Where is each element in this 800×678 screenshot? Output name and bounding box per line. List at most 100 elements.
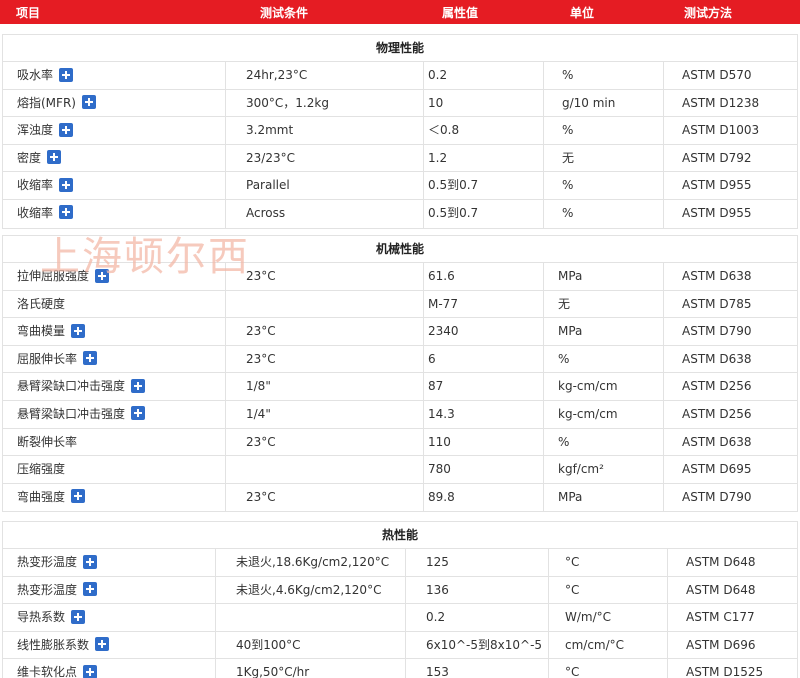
property-unit: kg-cm/cm: [558, 379, 618, 394]
test-condition: 1/4": [246, 406, 271, 421]
property-name-cell: 维卡软化点: [3, 659, 215, 678]
table-row: 收缩率 Parallel 0.5到0.7% ASTM D955: [3, 172, 797, 200]
property-unit: MPa: [558, 324, 583, 339]
property-unit: %: [562, 68, 574, 82]
property-value-cell: 87: [423, 373, 543, 400]
property-unit: MPa: [558, 489, 583, 504]
table-row: 维卡软化点 1Kg,50°C/hr 153 °C ASTM D1525: [3, 659, 797, 678]
property-value: ＜0.8: [428, 123, 460, 138]
header-item: 项目: [16, 6, 41, 20]
property-value-cell: M-77: [423, 290, 543, 318]
table-row: 屈服伸长率 23°C 6% ASTM D638: [3, 345, 799, 374]
test-condition-cell: 23/23°C: [225, 144, 423, 172]
property-unit-cell: %: [543, 172, 663, 199]
test-method: ASTM D570: [682, 68, 752, 82]
property-unit-cell: kg-cm/cm: [543, 400, 663, 428]
property-name-cell: 熔指(MFR): [3, 90, 225, 117]
test-condition-cell: [225, 456, 423, 483]
property-value-cell: 0.5到0.7: [423, 172, 543, 199]
property-unit-cell: °C: [548, 549, 667, 576]
test-method-cell: ASTM D638: [663, 428, 799, 456]
property-unit: cm/cm/°C: [565, 637, 625, 652]
property-value: 136: [426, 582, 449, 597]
expand-plus-icon[interactable]: [83, 664, 98, 678]
property-unit-cell: %: [543, 428, 663, 456]
property-value: 0.2: [426, 610, 446, 625]
test-method: ASTM D256: [682, 406, 752, 421]
test-method: ASTM D1003: [682, 123, 760, 138]
property-unit: MPa: [558, 269, 583, 283]
property-value: 6x10^-5到8x10^-5: [426, 637, 543, 652]
header-method: 测试方法: [684, 6, 733, 20]
test-condition-cell: 24hr,23°C: [225, 62, 423, 89]
table-row: 收缩率 Across 0.5到0.7% ASTM D955: [3, 199, 797, 228]
test-method: ASTM D638: [682, 434, 752, 449]
expand-plus-icon[interactable]: [59, 177, 74, 192]
property-name: 收缩率: [17, 178, 54, 193]
test-method: ASTM D1238: [682, 95, 760, 110]
table-row: 洛氏硬度 M-77 无 ASTM D785: [3, 290, 797, 319]
property-name: 收缩率: [17, 205, 54, 220]
test-condition: 1Kg,50°C/hr: [236, 665, 310, 678]
test-condition-cell: 23°C: [225, 318, 423, 345]
property-name: 热变形温度: [17, 582, 78, 597]
test-condition-cell: 23°C: [225, 263, 423, 290]
expand-plus-icon[interactable]: [71, 323, 86, 338]
property-value: 0.5到0.7: [428, 178, 479, 193]
expand-plus-icon[interactable]: [71, 609, 86, 624]
table-row: 吸水率 24hr,23°C 0.2% ASTM D570: [3, 62, 797, 90]
property-value: 89.8: [428, 489, 455, 504]
table-row: 浑浊度 3.2mmt ＜0.8% ASTM D1003: [3, 117, 797, 145]
expand-plus-icon[interactable]: [47, 150, 62, 165]
test-condition-cell: 未退火,4.6Kg/cm2,120°C: [215, 576, 405, 604]
property-value-cell: 125: [405, 549, 548, 576]
test-method-cell: ASTM D638: [663, 345, 799, 373]
table-row: 线性膨胀系数 40到100°C 6x10^-5到8x10^-5 cm/cm/°C AST…: [3, 631, 797, 660]
expand-plus-icon[interactable]: [59, 122, 74, 137]
test-method: ASTM D638: [682, 269, 752, 283]
expand-plus-icon[interactable]: [83, 554, 98, 569]
property-name-cell: 压缩强度: [3, 456, 225, 483]
property-name: 熔指(MFR): [17, 95, 76, 110]
expand-plus-icon[interactable]: [131, 406, 146, 421]
test-condition-cell: 1/8": [225, 373, 423, 400]
property-value: 0.2: [428, 68, 448, 82]
test-condition-cell: 23°C: [225, 428, 423, 456]
expand-plus-icon[interactable]: [95, 268, 110, 283]
test-condition: 23/23°C: [246, 150, 295, 165]
test-method-cell: ASTM D1238: [663, 89, 799, 117]
property-unit: %: [562, 205, 574, 220]
section-title: 物理性能: [3, 35, 797, 62]
test-condition-cell: Parallel: [225, 172, 423, 199]
expand-plus-icon[interactable]: [83, 351, 98, 366]
table-row: 熔指(MFR) 300°C，1.2kg 10 g/10 min ASTM D1238: [3, 89, 799, 118]
expand-plus-icon[interactable]: [95, 637, 110, 652]
expand-plus-icon[interactable]: [71, 489, 86, 504]
property-unit: %: [562, 178, 574, 193]
table-row: 悬臂梁缺口冲击强度 1/4" 14.3 kg-cm/cm ASTM D256: [3, 400, 797, 429]
test-condition-cell: 3.2mmt: [225, 117, 423, 144]
expand-plus-icon[interactable]: [81, 95, 96, 110]
property-name-cell: 洛氏硬度: [3, 291, 225, 318]
test-condition-cell: [215, 604, 405, 631]
property-value: 110: [428, 434, 451, 449]
test-condition-cell: 1Kg,50°C/hr: [215, 659, 405, 678]
property-name-cell: 断裂伸长率: [3, 429, 225, 456]
test-condition: 300°C，1.2kg: [246, 95, 329, 110]
property-unit-cell: %: [543, 117, 663, 144]
test-method-cell: ASTM C177: [667, 604, 799, 631]
test-method-cell: ASTM D648: [667, 576, 799, 604]
section-1: 物理性能 吸水率 24hr,23°C 0.2% ASTM D570 熔指(MFR) 300°…: [2, 34, 798, 229]
test-method: ASTM D696: [686, 637, 756, 652]
property-value: 6: [428, 351, 436, 366]
property-unit: 无: [562, 150, 575, 165]
expand-plus-icon[interactable]: [83, 582, 98, 597]
expand-plus-icon[interactable]: [59, 67, 74, 82]
table-row: 断裂伸长率 23°C 110% ASTM D638: [3, 428, 799, 457]
expand-plus-icon[interactable]: [131, 378, 146, 393]
property-value-cell: 0.5到0.7: [423, 199, 543, 228]
expand-plus-icon[interactable]: [59, 205, 74, 220]
property-unit-cell: 无: [543, 144, 663, 172]
test-method-cell: ASTM D790: [663, 483, 799, 512]
property-name: 热变形温度: [17, 555, 78, 569]
